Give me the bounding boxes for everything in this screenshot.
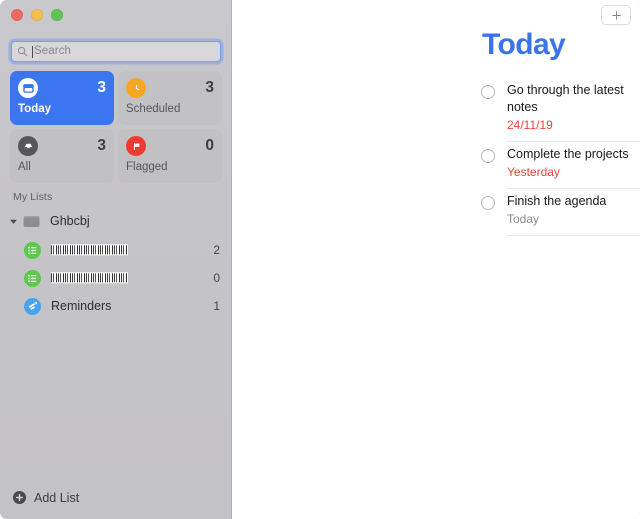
smart-list-today-label: Today (18, 103, 52, 115)
list-item-name: Reminders (51, 299, 112, 313)
reminder-body: Finish the agenda Today (507, 189, 640, 237)
list-group-name: Ghbcbj (50, 214, 90, 228)
reminder-title: Complete the projects (507, 146, 629, 161)
list-item[interactable]: 0 (0, 264, 232, 292)
plus-icon (611, 10, 621, 20)
reminder-due-date: Today (507, 211, 540, 226)
list-item[interactable]: 2 (0, 236, 232, 264)
reminders-list: Go through the latest notes 24/11/19 Com… (232, 78, 640, 237)
user-lists: 2 0 Reminders 1 (0, 236, 232, 320)
smart-list-all-top: 3 (18, 136, 106, 156)
reminder-title: Go through the latest notes (507, 83, 624, 114)
list-lines-icon (24, 241, 41, 259)
smart-list-scheduled-top: 3 (126, 78, 214, 98)
my-lists-header: My Lists (13, 191, 53, 203)
list-item-reminders[interactable]: Reminders 1 (0, 292, 232, 320)
smart-list-flagged-top: 0 (126, 136, 214, 156)
add-list-label: Add List (34, 490, 80, 505)
smart-list-flagged[interactable]: 0 Flagged (118, 129, 222, 183)
reminder-complete-toggle[interactable] (481, 196, 495, 210)
list-item-count: 1 (213, 299, 220, 313)
smart-list-today-top: 3 (18, 78, 106, 98)
search-input[interactable]: Search (11, 41, 221, 62)
reminder-row[interactable]: Complete the projects Yesterday (232, 142, 640, 189)
inbox-tray-icon (18, 136, 38, 156)
list-group-ghbcbj[interactable]: Ghbcbj (0, 210, 232, 232)
text-caret (32, 45, 33, 58)
smart-list-flagged-count: 0 (205, 137, 214, 155)
smart-list-scheduled-count: 3 (205, 79, 214, 97)
disclosure-triangle-down-icon[interactable] (8, 216, 18, 226)
clock-icon (126, 78, 146, 98)
list-item-name-redacted (51, 243, 207, 258)
smart-list-flagged-label: Flagged (126, 161, 168, 173)
plus-circle-icon (12, 490, 27, 505)
reminder-row[interactable]: Go through the latest notes 24/11/19 (232, 78, 640, 142)
smart-lists-grid: 3 Today 3 Scheduled 3 All 0 Flagged (10, 71, 222, 183)
add-reminder-button[interactable] (601, 5, 631, 25)
window-controls (11, 9, 63, 21)
reminder-row[interactable]: Finish the agenda Today (232, 189, 640, 237)
redaction-bar (51, 243, 128, 257)
maximize-button[interactable] (51, 9, 63, 21)
today-calendar-icon (18, 78, 38, 98)
minimize-button[interactable] (31, 9, 43, 21)
content-pane: Today Go through the latest notes 24/11/… (232, 0, 640, 519)
smart-list-scheduled[interactable]: 3 Scheduled (118, 71, 222, 125)
reminders-window: Search 3 Today 3 Scheduled 3 All 0 Flagg… (0, 0, 640, 519)
list-item-count: 2 (213, 243, 220, 257)
list-item-name-redacted (51, 271, 207, 286)
list-item-count: 0 (213, 271, 220, 285)
reminder-body: Complete the projects Yesterday (507, 142, 640, 189)
smart-list-all[interactable]: 3 All (10, 129, 114, 183)
reminder-title: Finish the agenda (507, 194, 607, 208)
folder-icon (22, 214, 41, 229)
search-icon (17, 46, 28, 57)
add-list-button[interactable]: Add List (12, 490, 79, 505)
reminder-complete-toggle[interactable] (481, 85, 495, 99)
sidebar: Search 3 Today 3 Scheduled 3 All 0 Flagg… (0, 0, 232, 519)
reminder-due-date: 24/11/19 (507, 117, 553, 132)
page-title: Today (482, 28, 566, 61)
search-placeholder: Search (34, 44, 72, 57)
smart-list-today-count: 3 (97, 79, 106, 97)
reminder-complete-toggle[interactable] (481, 148, 495, 163)
redaction-overlay (51, 273, 128, 283)
smart-list-today[interactable]: 3 Today (10, 71, 114, 125)
smart-list-all-count: 3 (97, 137, 106, 155)
smart-list-all-label: All (18, 161, 31, 173)
reminders-app-icon (24, 297, 41, 315)
smart-list-scheduled-label: Scheduled (126, 103, 181, 115)
reminder-due-date: Yesterday (507, 164, 560, 179)
reminder-body: Go through the latest notes 24/11/19 (507, 78, 640, 142)
search-field-wrapper[interactable]: Search (11, 41, 221, 62)
list-lines-icon (24, 269, 41, 287)
redaction-bar (51, 271, 128, 285)
flag-icon (126, 136, 146, 156)
close-button[interactable] (11, 9, 23, 21)
redaction-overlay (51, 245, 128, 255)
